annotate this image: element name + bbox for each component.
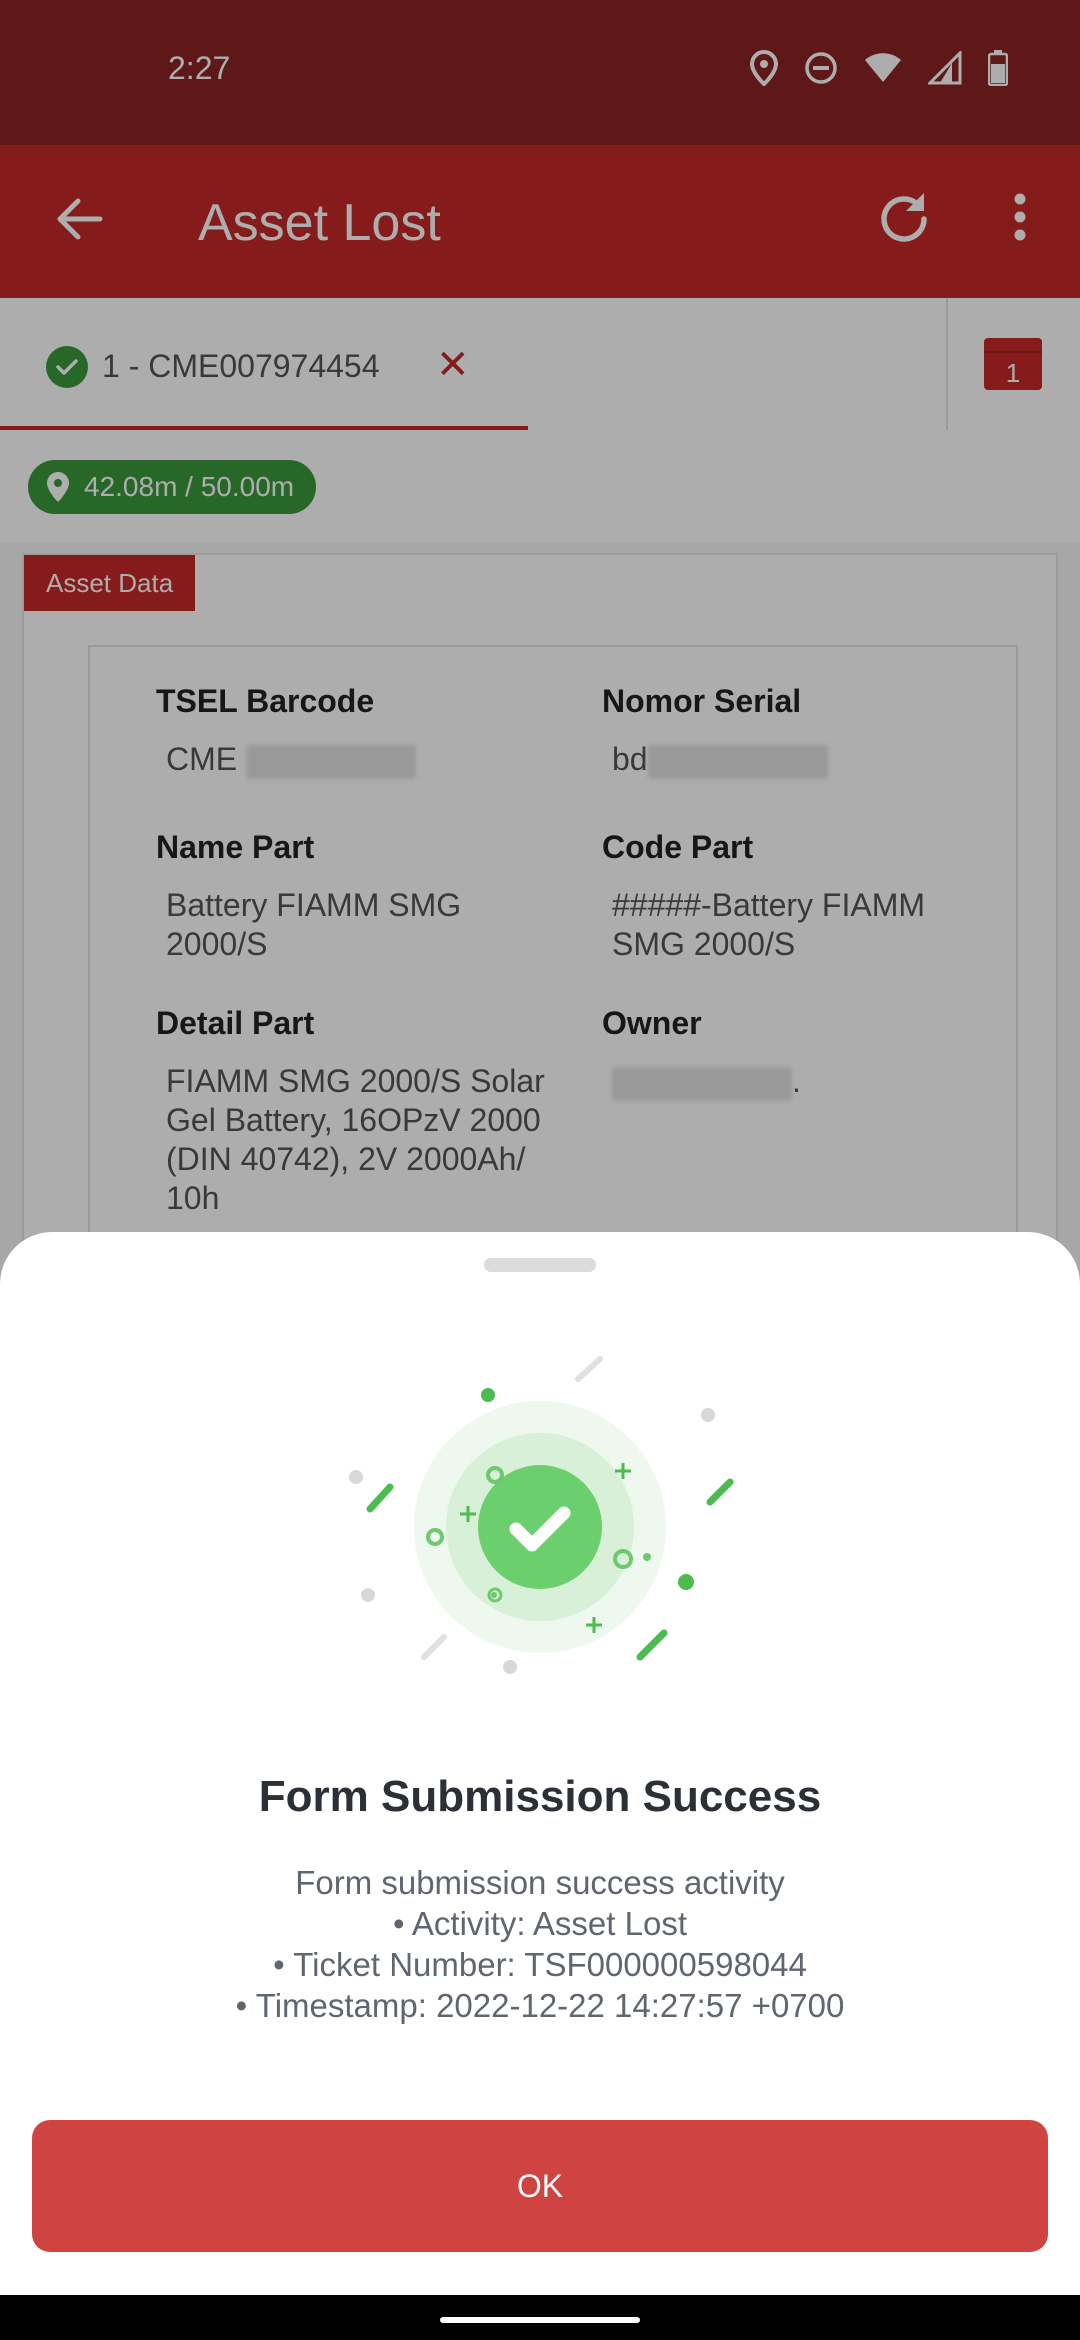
dialog-line: Form submission success activity bbox=[295, 1864, 785, 1901]
success-bottom-sheet: Form Submission Success Form submission … bbox=[0, 1232, 1080, 2295]
dialog-line: • Timestamp: 2022-12-22 14:27:57 +0700 bbox=[235, 1987, 845, 2024]
navigation-bar bbox=[0, 2295, 1080, 2340]
ok-button[interactable]: OK bbox=[32, 2120, 1048, 2252]
home-gesture-handle[interactable] bbox=[440, 2317, 640, 2323]
dialog-message: Form submission success activity • Activ… bbox=[0, 1862, 1080, 2026]
dialog-line: • Activity: Asset Lost bbox=[392, 1905, 687, 1942]
dialog-line: • Ticket Number: TSF000000598044 bbox=[273, 1946, 807, 1983]
sheet-drag-handle[interactable] bbox=[484, 1258, 596, 1272]
success-check-icon bbox=[349, 1356, 734, 1674]
dialog-title: Form Submission Success bbox=[258, 1772, 822, 1821]
